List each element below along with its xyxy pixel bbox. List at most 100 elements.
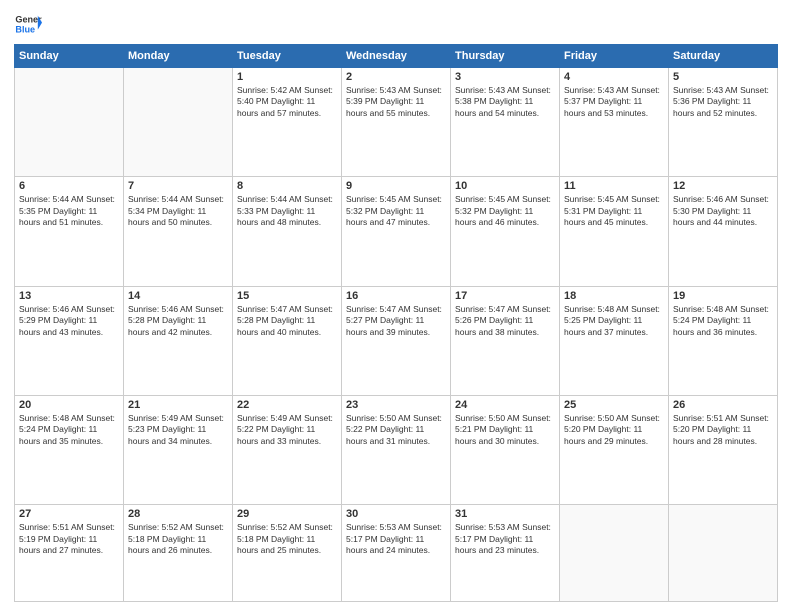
day-number: 26 xyxy=(673,399,773,411)
weekday-header: Monday xyxy=(124,45,233,68)
day-number: 30 xyxy=(346,508,446,520)
calendar-cell: 8 Sunrise: 5:44 AM Sunset: 5:33 PM Daylig… xyxy=(233,177,342,286)
calendar-week-row: 27 Sunrise: 5:51 AM Sunset: 5:19 PM Dayli… xyxy=(15,505,778,602)
cell-content: Sunrise: 5:47 AM Sunset: 5:28 PM Dayligh… xyxy=(237,304,337,338)
logo-icon: General Blue xyxy=(14,10,42,38)
calendar-cell xyxy=(124,68,233,177)
cell-content: Sunrise: 5:48 AM Sunset: 5:25 PM Dayligh… xyxy=(564,304,664,338)
cell-content: Sunrise: 5:46 AM Sunset: 5:30 PM Dayligh… xyxy=(673,194,773,228)
cell-content: Sunrise: 5:43 AM Sunset: 5:37 PM Dayligh… xyxy=(564,85,664,119)
day-number: 16 xyxy=(346,290,446,302)
calendar-cell: 1 Sunrise: 5:42 AM Sunset: 5:40 PM Daylig… xyxy=(233,68,342,177)
cell-content: Sunrise: 5:52 AM Sunset: 5:18 PM Dayligh… xyxy=(237,522,337,556)
day-number: 25 xyxy=(564,399,664,411)
weekday-header-row: SundayMondayTuesdayWednesdayThursdayFrid… xyxy=(15,45,778,68)
cell-content: Sunrise: 5:50 AM Sunset: 5:22 PM Dayligh… xyxy=(346,413,446,447)
calendar-cell: 22Sunrise: 5:49 AM Sunset: 5:22 PM Dayli… xyxy=(233,395,342,504)
day-number: 1 xyxy=(237,71,337,83)
cell-content: Sunrise: 5:51 AM Sunset: 5:19 PM Dayligh… xyxy=(19,522,119,556)
weekday-header: Tuesday xyxy=(233,45,342,68)
cell-content: Sunrise: 5:50 AM Sunset: 5:20 PM Dayligh… xyxy=(564,413,664,447)
day-number: 27 xyxy=(19,508,119,520)
weekday-header: Saturday xyxy=(669,45,778,68)
day-number: 5 xyxy=(673,71,773,83)
day-number: 12 xyxy=(673,180,773,192)
cell-content: Sunrise: 5:46 AM Sunset: 5:28 PM Dayligh… xyxy=(128,304,228,338)
calendar-cell: 10Sunrise: 5:45 AM Sunset: 5:32 PM Dayli… xyxy=(451,177,560,286)
cell-content: Sunrise: 5:44 AM Sunset: 5:35 PM Dayligh… xyxy=(19,194,119,228)
calendar-cell: 18 Sunrise: 5:48 AM Sunset: 5:25 PM Dayli… xyxy=(560,286,669,395)
day-number: 13 xyxy=(19,290,119,302)
calendar-cell: 7 Sunrise: 5:44 AM Sunset: 5:34 PM Daylig… xyxy=(124,177,233,286)
calendar-cell: 16 Sunrise: 5:47 AM Sunset: 5:27 PM Dayli… xyxy=(342,286,451,395)
cell-content: Sunrise: 5:45 AM Sunset: 5:31 PM Dayligh… xyxy=(564,194,664,228)
logo: General Blue xyxy=(14,10,42,38)
calendar-cell: 4 Sunrise: 5:43 AM Sunset: 5:37 PM Daylig… xyxy=(560,68,669,177)
day-number: 6 xyxy=(19,180,119,192)
page: General Blue SundayMondayTuesdayWednesda… xyxy=(0,0,792,612)
day-number: 23 xyxy=(346,399,446,411)
cell-content: Sunrise: 5:43 AM Sunset: 5:36 PM Dayligh… xyxy=(673,85,773,119)
calendar-cell: 20 Sunrise: 5:48 AM Sunset: 5:24 PM Dayli… xyxy=(15,395,124,504)
header: General Blue xyxy=(14,10,778,38)
cell-content: Sunrise: 5:43 AM Sunset: 5:39 PM Dayligh… xyxy=(346,85,446,119)
day-number: 3 xyxy=(455,71,555,83)
calendar-cell: 14 Sunrise: 5:46 AM Sunset: 5:28 PM Dayli… xyxy=(124,286,233,395)
cell-content: Sunrise: 5:42 AM Sunset: 5:40 PM Dayligh… xyxy=(237,85,337,119)
day-number: 15 xyxy=(237,290,337,302)
day-number: 11 xyxy=(564,180,664,192)
calendar-cell: 29 Sunrise: 5:52 AM Sunset: 5:18 PM Dayli… xyxy=(233,505,342,602)
calendar-week-row: 13 Sunrise: 5:46 AM Sunset: 5:29 PM Dayli… xyxy=(15,286,778,395)
day-number: 28 xyxy=(128,508,228,520)
cell-content: Sunrise: 5:46 AM Sunset: 5:29 PM Dayligh… xyxy=(19,304,119,338)
cell-content: Sunrise: 5:49 AM Sunset: 5:23 PM Dayligh… xyxy=(128,413,228,447)
calendar-cell: 31Sunrise: 5:53 AM Sunset: 5:17 PM Dayli… xyxy=(451,505,560,602)
day-number: 14 xyxy=(128,290,228,302)
cell-content: Sunrise: 5:48 AM Sunset: 5:24 PM Dayligh… xyxy=(19,413,119,447)
cell-content: Sunrise: 5:48 AM Sunset: 5:24 PM Dayligh… xyxy=(673,304,773,338)
day-number: 9 xyxy=(346,180,446,192)
day-number: 31 xyxy=(455,508,555,520)
day-number: 4 xyxy=(564,71,664,83)
day-number: 18 xyxy=(564,290,664,302)
calendar-cell: 25 Sunrise: 5:50 AM Sunset: 5:20 PM Dayli… xyxy=(560,395,669,504)
cell-content: Sunrise: 5:51 AM Sunset: 5:20 PM Dayligh… xyxy=(673,413,773,447)
day-number: 21 xyxy=(128,399,228,411)
calendar-cell: 13 Sunrise: 5:46 AM Sunset: 5:29 PM Dayli… xyxy=(15,286,124,395)
cell-content: Sunrise: 5:52 AM Sunset: 5:18 PM Dayligh… xyxy=(128,522,228,556)
calendar-cell: 9 Sunrise: 5:45 AM Sunset: 5:32 PM Daylig… xyxy=(342,177,451,286)
calendar-cell: 12 Sunrise: 5:46 AM Sunset: 5:30 PM Dayli… xyxy=(669,177,778,286)
calendar-cell: 27 Sunrise: 5:51 AM Sunset: 5:19 PM Dayli… xyxy=(15,505,124,602)
calendar-cell: 6 Sunrise: 5:44 AM Sunset: 5:35 PM Daylig… xyxy=(15,177,124,286)
cell-content: Sunrise: 5:47 AM Sunset: 5:27 PM Dayligh… xyxy=(346,304,446,338)
calendar-cell xyxy=(560,505,669,602)
calendar-week-row: 6 Sunrise: 5:44 AM Sunset: 5:35 PM Daylig… xyxy=(15,177,778,286)
cell-content: Sunrise: 5:44 AM Sunset: 5:33 PM Dayligh… xyxy=(237,194,337,228)
calendar-cell xyxy=(15,68,124,177)
calendar-week-row: 20 Sunrise: 5:48 AM Sunset: 5:24 PM Dayli… xyxy=(15,395,778,504)
weekday-header: Wednesday xyxy=(342,45,451,68)
calendar-cell: 11 Sunrise: 5:45 AM Sunset: 5:31 PM Dayli… xyxy=(560,177,669,286)
cell-content: Sunrise: 5:43 AM Sunset: 5:38 PM Dayligh… xyxy=(455,85,555,119)
calendar-cell: 28 Sunrise: 5:52 AM Sunset: 5:18 PM Dayli… xyxy=(124,505,233,602)
cell-content: Sunrise: 5:44 AM Sunset: 5:34 PM Dayligh… xyxy=(128,194,228,228)
day-number: 7 xyxy=(128,180,228,192)
cell-content: Sunrise: 5:49 AM Sunset: 5:22 PM Dayligh… xyxy=(237,413,337,447)
calendar-cell: 15 Sunrise: 5:47 AM Sunset: 5:28 PM Dayli… xyxy=(233,286,342,395)
cell-content: Sunrise: 5:50 AM Sunset: 5:21 PM Dayligh… xyxy=(455,413,555,447)
day-number: 19 xyxy=(673,290,773,302)
calendar-week-row: 1 Sunrise: 5:42 AM Sunset: 5:40 PM Daylig… xyxy=(15,68,778,177)
calendar-cell: 30 Sunrise: 5:53 AM Sunset: 5:17 PM Dayli… xyxy=(342,505,451,602)
calendar-cell: 17Sunrise: 5:47 AM Sunset: 5:26 PM Dayli… xyxy=(451,286,560,395)
cell-content: Sunrise: 5:45 AM Sunset: 5:32 PM Dayligh… xyxy=(346,194,446,228)
cell-content: Sunrise: 5:53 AM Sunset: 5:17 PM Dayligh… xyxy=(346,522,446,556)
svg-text:Blue: Blue xyxy=(15,24,35,34)
weekday-header: Sunday xyxy=(15,45,124,68)
weekday-header: Thursday xyxy=(451,45,560,68)
day-number: 2 xyxy=(346,71,446,83)
calendar-cell: 5 Sunrise: 5:43 AM Sunset: 5:36 PM Daylig… xyxy=(669,68,778,177)
calendar-cell xyxy=(669,505,778,602)
day-number: 29 xyxy=(237,508,337,520)
day-number: 20 xyxy=(19,399,119,411)
day-number: 8 xyxy=(237,180,337,192)
